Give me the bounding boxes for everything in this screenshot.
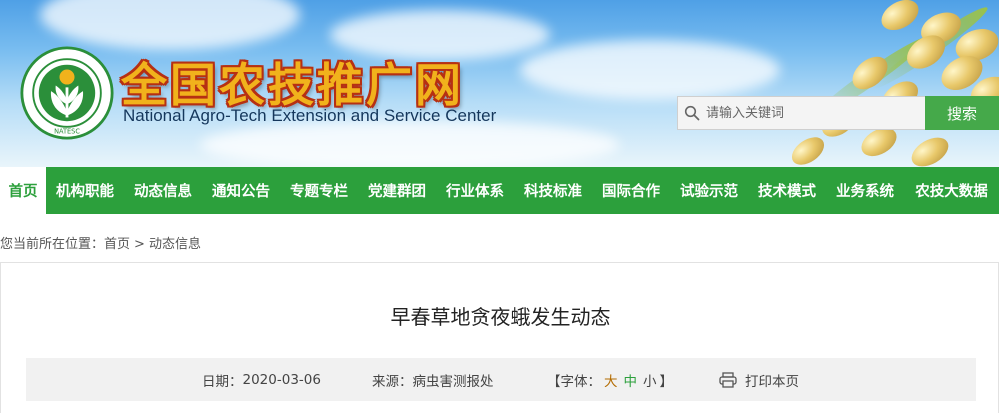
- nav-item-industry[interactable]: 行业体系: [436, 167, 514, 214]
- font-size-large-link[interactable]: 大: [604, 370, 618, 390]
- breadcrumb-prefix: 您当前所在位置：: [0, 237, 105, 252]
- date-value: 2020-03-06: [242, 371, 321, 388]
- article-source: 来源： 病虫害测报处: [372, 358, 494, 401]
- date-label: 日期：: [202, 373, 243, 390]
- nav-item-international[interactable]: 国际合作: [592, 167, 670, 214]
- nav-item-topics[interactable]: 专题专栏: [280, 167, 358, 214]
- font-size-small-link[interactable]: 小: [643, 370, 657, 390]
- search-button[interactable]: 搜索: [925, 96, 999, 130]
- source-label: 来源：: [372, 373, 413, 390]
- site-title-english: National Agro-Tech Extension and Service…: [123, 106, 497, 125]
- nav-item-systems[interactable]: 业务系统: [826, 167, 904, 214]
- print-label: 打印本页: [745, 373, 799, 390]
- nav-item-tech-models[interactable]: 技术模式: [748, 167, 826, 214]
- nav-item-news[interactable]: 动态信息: [124, 167, 202, 214]
- font-size-selector: 【字体： 大 中 小 】: [547, 358, 673, 401]
- article-panel: 早春草地贪夜蛾发生动态 日期： 2020-03-06 来源： 病虫害测报处 【字…: [0, 262, 999, 413]
- natesc-logo[interactable]: NATESC: [20, 46, 114, 140]
- breadcrumb-link-home[interactable]: 首页: [104, 237, 130, 252]
- nav-item-standards[interactable]: 科技标准: [514, 167, 592, 214]
- search-icon: [678, 96, 706, 130]
- nav-item-party[interactable]: 党建群团: [358, 167, 436, 214]
- font-size-label: 【字体：: [547, 373, 601, 390]
- nav-item-functions[interactable]: 机构职能: [46, 167, 124, 214]
- print-page-button[interactable]: 打印本页: [719, 358, 799, 401]
- cloud-decoration: [40, 0, 300, 50]
- site-header: NATESC 全国农技推广网 National Agro-Tech Extens…: [0, 0, 999, 167]
- printer-icon: [719, 371, 737, 388]
- nav-item-big-data[interactable]: 农技大数据: [904, 167, 999, 214]
- article-meta-bar: 日期： 2020-03-06 来源： 病虫害测报处 【字体： 大 中 小 】 打…: [26, 358, 976, 401]
- search-box: [677, 96, 925, 130]
- breadcrumb-separator: >: [134, 237, 145, 252]
- nav-item-notices[interactable]: 通知公告: [202, 167, 280, 214]
- source-value: 病虫害测报处: [412, 373, 494, 390]
- font-size-medium-link[interactable]: 中: [624, 370, 638, 390]
- cloud-decoration: [200, 120, 620, 167]
- search-input[interactable]: [706, 98, 916, 128]
- breadcrumb-link-news[interactable]: 动态信息: [149, 237, 201, 252]
- article-title: 早春草地贪夜蛾发生动态: [390, 305, 611, 329]
- nav-item-home[interactable]: 首页: [0, 167, 46, 214]
- article-date: 日期： 2020-03-06: [202, 358, 321, 401]
- nav-item-trials[interactable]: 试验示范: [670, 167, 748, 214]
- cloud-decoration: [520, 40, 780, 100]
- main-nav: 首页 机构职能 动态信息 通知公告 专题专栏 党建群团 行业体系 科技标准 国际…: [0, 167, 999, 214]
- svg-text:NATESC: NATESC: [54, 127, 80, 135]
- font-size-close-bracket: 】: [659, 373, 674, 390]
- breadcrumb: 您当前所在位置：首页 > 动态信息: [0, 233, 201, 252]
